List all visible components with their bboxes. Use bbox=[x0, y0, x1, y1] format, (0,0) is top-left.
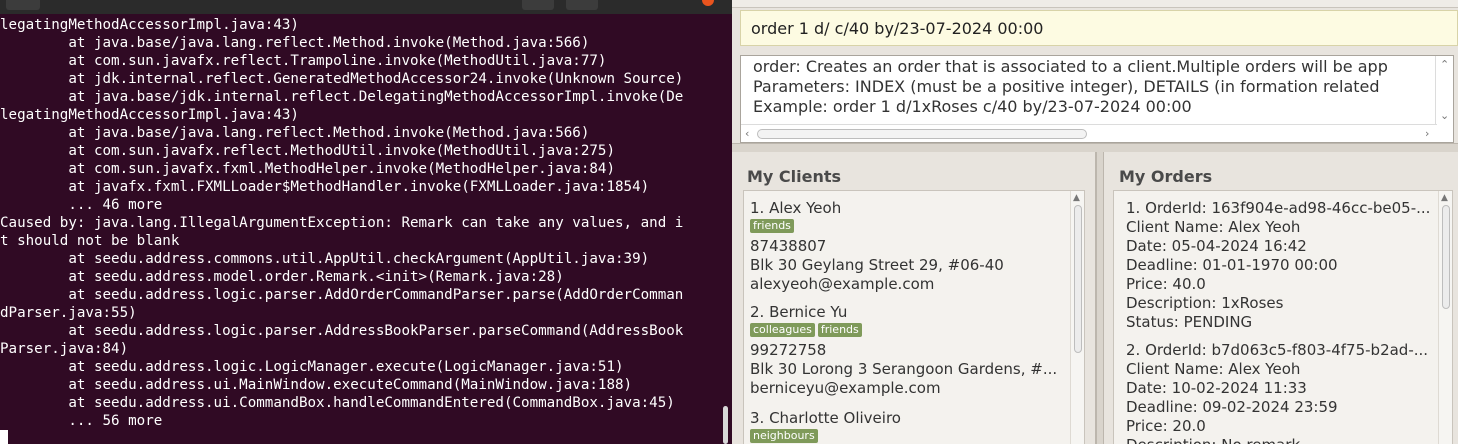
scroll-up-icon[interactable]: ▲ bbox=[1073, 193, 1080, 204]
result-line: Example: order 1 d/1xRoses c/40 by/23-07… bbox=[753, 97, 1192, 116]
client-card[interactable]: 3. Charlotte Oliveiro neighbours bbox=[747, 409, 1067, 444]
tag-badge: colleagues bbox=[750, 323, 815, 337]
terminal-line: at seedu.address.model.order.Remark.<ini… bbox=[0, 269, 564, 285]
client-tags: friends bbox=[747, 219, 1067, 235]
terminal-titlebar bbox=[0, 0, 732, 14]
client-email: berniceyu@example.com bbox=[750, 379, 941, 397]
terminal-scrollbar-thumb[interactable] bbox=[723, 406, 728, 444]
panel-divider[interactable] bbox=[1096, 152, 1104, 444]
order-description: Description: 1xRoses bbox=[1126, 294, 1284, 312]
client-tags: colleagues friends bbox=[747, 323, 1067, 339]
result-horizontal-thumb[interactable] bbox=[757, 129, 1087, 139]
terminal-line: ... 56 more bbox=[0, 413, 163, 429]
terminal-line: at com.sun.javafx.reflect.MethodUtil.inv… bbox=[0, 143, 615, 159]
terminal-line: at seedu.address.ui.CommandBox.handleCom… bbox=[0, 395, 675, 411]
order-date: Date: 05-04-2024 16:42 bbox=[1126, 237, 1307, 255]
terminal-line: legatingMethodAccessorImpl.java:43) bbox=[0, 17, 299, 33]
terminal-line: at seedu.address.logic.LogicManager.exec… bbox=[0, 359, 624, 375]
terminal-line: at java.base/java.lang.reflect.Method.in… bbox=[0, 125, 590, 141]
terminal-line: legatingMethodAccessorImpl.java:43) bbox=[0, 107, 299, 123]
client-address: Blk 30 Lorong 3 Serangoon Gardens, #... bbox=[750, 360, 1058, 378]
client-list: 1. Alex Yeoh friends 87438807 Blk 30 Geylan… bbox=[743, 190, 1085, 444]
clients-panel: My Clients 1. Alex Yeoh friends 87438807 Bl… bbox=[732, 152, 1096, 444]
terminal-line: at jdk.internal.reflect.GeneratedMethodA… bbox=[0, 71, 684, 87]
terminal-line: at java.base/jdk.internal.reflect.Delega… bbox=[0, 89, 684, 105]
app-menubar-edge bbox=[732, 0, 1458, 8]
terminal-line: at seedu.address.logic.parser.AddressBoo… bbox=[0, 323, 684, 339]
terminal-line: Caused by: java.lang.IllegalArgumentExce… bbox=[0, 215, 684, 231]
clients-panel-title: My Clients bbox=[747, 167, 842, 186]
order-deadline: Deadline: 01-01-1970 00:00 bbox=[1126, 256, 1338, 274]
tag-badge: friends bbox=[817, 323, 862, 337]
client-card[interactable]: 1. Alex Yeoh friends 87438807 Blk 30 Geylan… bbox=[747, 199, 1067, 294]
result-line: Parameters: INDEX (must be a positive in… bbox=[753, 77, 1380, 96]
order-deadline: Deadline: 09-02-2024 23:59 bbox=[1126, 398, 1338, 416]
client-name: 1. Alex Yeoh bbox=[750, 199, 842, 217]
client-card[interactable]: 2. Bernice Yu colleagues friends 99272758 Bl… bbox=[747, 303, 1067, 398]
terminal-close-icon[interactable] bbox=[702, 0, 714, 6]
terminal-output: legatingMethodAccessorImpl.java:43) at j… bbox=[0, 16, 722, 430]
order-list: 1. OrderId: 163f904e-ad98-46cc-be05-... C… bbox=[1113, 190, 1453, 444]
client-name: 2. Bernice Yu bbox=[750, 303, 848, 321]
terminal-line: ... 46 more bbox=[0, 197, 163, 213]
terminal-line: at java.base/java.lang.reflect.Method.in… bbox=[0, 35, 590, 51]
client-phone: 99272758 bbox=[750, 341, 827, 359]
order-client: Client Name: Alex Yeoh bbox=[1126, 218, 1301, 236]
scroll-right-icon[interactable]: › bbox=[1425, 128, 1429, 139]
tag-badge: friends bbox=[750, 219, 794, 233]
client-address: Blk 30 Geylang Street 29, #06-40 bbox=[750, 256, 1004, 274]
tag-badge: neighbours bbox=[750, 429, 818, 443]
app-window: order 1 d/ c/40 by/23-07-2024 00:00 orde… bbox=[732, 0, 1458, 444]
scroll-up-icon[interactable]: ⌃ bbox=[1440, 59, 1449, 70]
scroll-down-icon[interactable]: ⌄ bbox=[1440, 110, 1449, 121]
result-display: order: Creates an order that is associat… bbox=[740, 55, 1454, 143]
order-description: Description: No remark bbox=[1123, 436, 1431, 444]
client-name: 3. Charlotte Oliveiro bbox=[750, 409, 901, 427]
client-tags: neighbours bbox=[747, 429, 1067, 444]
terminal-line: at seedu.address.ui.MainWindow.executeCo… bbox=[0, 377, 633, 393]
terminal-scrollbar[interactable] bbox=[722, 14, 732, 444]
order-list-scroll-thumb[interactable] bbox=[1442, 205, 1450, 309]
order-card[interactable]: 1. OrderId: 163f904e-ad98-46cc-be05-... C… bbox=[1123, 199, 1431, 332]
client-email: alexyeoh@example.com bbox=[750, 275, 935, 293]
order-price: Price: 40.0 bbox=[1126, 275, 1206, 293]
order-date: Date: 10-02-2024 11:33 bbox=[1126, 379, 1307, 397]
scroll-up-icon[interactable]: ▲ bbox=[1441, 193, 1448, 204]
terminal-cursor bbox=[0, 430, 8, 444]
result-text: order: Creates an order that is associat… bbox=[753, 57, 1433, 117]
terminal-options-button[interactable] bbox=[566, 0, 598, 10]
terminal-menu-button[interactable] bbox=[6, 0, 40, 10]
terminal-line: at com.sun.javafx.reflect.Trampoline.inv… bbox=[0, 53, 607, 69]
split-divider[interactable] bbox=[732, 143, 1458, 152]
scroll-left-icon[interactable]: ‹ bbox=[745, 128, 749, 139]
terminal-line: Parser.java:84) bbox=[0, 341, 129, 357]
orders-panel-title: My Orders bbox=[1119, 167, 1213, 186]
result-vertical-scrollbar[interactable]: ⌃ ⌄ bbox=[1435, 56, 1453, 124]
order-header: 2. OrderId: b7d063c5-f803-4f75-b2ad-... bbox=[1126, 341, 1429, 359]
terminal-line: at seedu.address.commons.util.AppUtil.ch… bbox=[0, 251, 650, 267]
terminal-line: at javafx.fxml.FXMLLoader$MethodHandler.… bbox=[0, 179, 650, 195]
client-list-scroll-thumb[interactable] bbox=[1074, 205, 1082, 353]
order-list-scrollbar[interactable]: ▲ bbox=[1438, 191, 1452, 444]
result-horizontal-scrollbar[interactable]: ‹ › bbox=[741, 124, 1437, 142]
terminal-line: t should not be blank bbox=[0, 233, 180, 249]
terminal-window[interactable]: legatingMethodAccessorImpl.java:43) at j… bbox=[0, 0, 732, 444]
order-card[interactable]: 2. OrderId: b7d063c5-f803-4f75-b2ad-... C… bbox=[1123, 341, 1431, 444]
result-line: order: Creates an order that is associat… bbox=[753, 57, 1388, 76]
command-input[interactable]: order 1 d/ c/40 by/23-07-2024 00:00 bbox=[740, 10, 1458, 46]
order-price: Price: 20.0 bbox=[1126, 417, 1206, 435]
terminal-line: at seedu.address.logic.parser.AddOrderCo… bbox=[0, 287, 684, 303]
terminal-line: at com.sun.javafx.fxml.MethodHelper.invo… bbox=[0, 161, 615, 177]
order-client: Client Name: Alex Yeoh bbox=[1126, 360, 1301, 378]
client-phone: 87438807 bbox=[750, 237, 827, 255]
order-header: 1. OrderId: 163f904e-ad98-46cc-be05-... bbox=[1126, 199, 1431, 217]
order-status: Status: PENDING bbox=[1126, 313, 1253, 331]
terminal-search-button[interactable] bbox=[522, 0, 554, 10]
client-list-scrollbar[interactable]: ▲ bbox=[1070, 191, 1084, 444]
orders-panel: My Orders 1. OrderId: 163f904e-ad98-46cc… bbox=[1104, 152, 1458, 444]
terminal-line: dParser.java:55) bbox=[0, 305, 137, 321]
